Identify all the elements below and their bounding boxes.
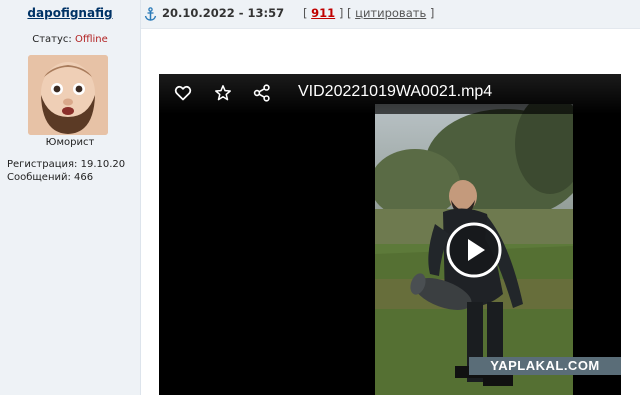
share-icon[interactable] <box>253 84 271 102</box>
site-watermark: YAPLAKAL.COM <box>469 357 621 375</box>
avatar[interactable] <box>28 55 108 135</box>
username-link[interactable]: dapofignafig <box>0 6 140 20</box>
status-label: Статус: <box>32 34 72 45</box>
post-date: 20.10.2022 - 13:57 <box>162 6 285 20</box>
post-header: 20.10.2022 - 13:57 [ 911 ] [ цитировать … <box>141 0 640 29</box>
user-sidebar: dapofignafig Статус: Offline Юморист Рег… <box>0 0 141 395</box>
anchor-icon[interactable] <box>144 6 157 21</box>
post-links: [ 911 ] [ цитировать ] <box>303 6 434 20</box>
post-number-link[interactable]: 911 <box>311 6 335 20</box>
quote-link[interactable]: цитировать <box>355 6 426 20</box>
registration-date: Регистрация: 19.10.20 <box>7 159 126 170</box>
page-margin <box>621 74 640 395</box>
bracket-mid: ] [ <box>338 6 352 20</box>
user-rank: Юморист <box>45 137 95 148</box>
video-player[interactable]: VID20221019WA0021.mp4 <box>159 74 621 395</box>
play-icon[interactable] <box>446 222 502 278</box>
star-icon[interactable] <box>214 84 232 102</box>
heart-icon[interactable] <box>174 84 192 102</box>
user-stats: Регистрация: 19.10.20 Сообщений: 466 <box>7 158 125 184</box>
message-count: Сообщений: 466 <box>7 172 94 183</box>
video-filename: VID20221019WA0021.mp4 <box>298 83 493 100</box>
bracket-open: [ <box>303 6 308 20</box>
status-value: Offline <box>74 34 108 45</box>
user-status: Статус: Offline <box>0 34 140 45</box>
bracket-close: ] <box>429 6 435 20</box>
